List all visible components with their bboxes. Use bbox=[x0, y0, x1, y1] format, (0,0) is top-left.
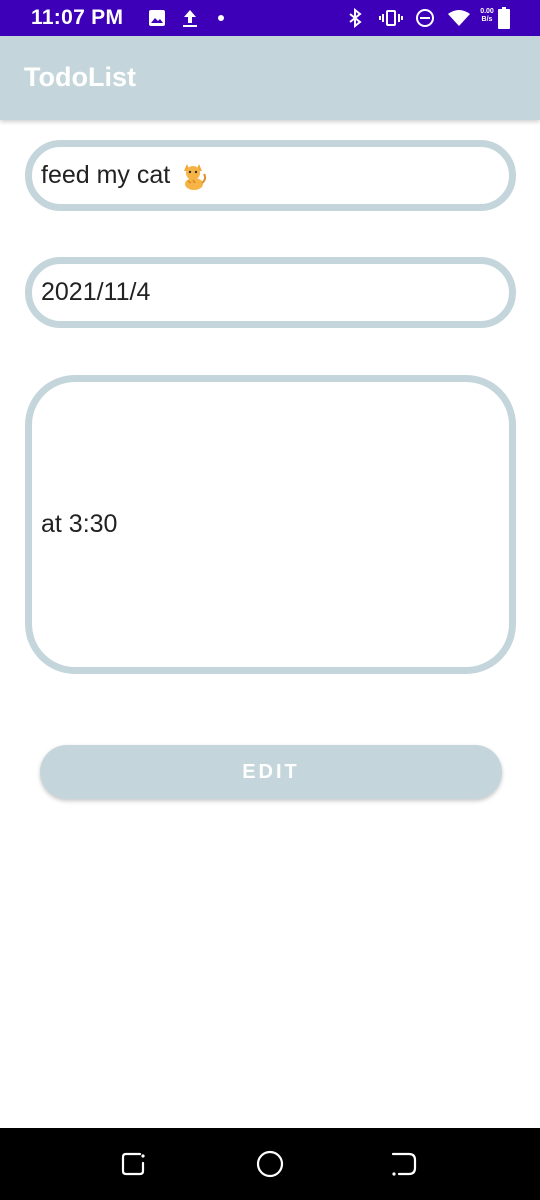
app-title: TodoList bbox=[24, 62, 136, 92]
bluetooth-icon bbox=[344, 0, 366, 36]
image-icon bbox=[146, 0, 168, 36]
note-input[interactable]: at 3:30 bbox=[25, 375, 516, 674]
nav-bar bbox=[0, 1128, 540, 1200]
home-icon[interactable] bbox=[252, 1146, 288, 1182]
status-time: 11:07 PM bbox=[31, 6, 124, 29]
vibrate-icon bbox=[378, 0, 404, 36]
recents-icon[interactable] bbox=[116, 1146, 152, 1182]
title-input[interactable]: feed my cat bbox=[25, 140, 516, 211]
dnd-icon bbox=[413, 0, 437, 36]
date-input[interactable]: 2021/11/4 bbox=[25, 257, 516, 328]
upload-icon bbox=[179, 0, 201, 36]
cat-emoji-icon bbox=[178, 161, 208, 191]
date-input-text: 2021/11/4 bbox=[41, 278, 151, 306]
wifi-icon bbox=[445, 0, 473, 36]
title-input-text: feed my cat bbox=[41, 161, 171, 189]
note-input-text: at 3:30 bbox=[41, 510, 118, 538]
app-bar: TodoList bbox=[0, 36, 540, 120]
status-bar: 11:07 PM 0.00 B/s bbox=[0, 0, 540, 36]
battery-icon bbox=[496, 0, 512, 36]
edit-button[interactable]: EDIT bbox=[40, 745, 502, 799]
back-icon[interactable] bbox=[386, 1146, 422, 1182]
dot-icon bbox=[214, 0, 228, 36]
